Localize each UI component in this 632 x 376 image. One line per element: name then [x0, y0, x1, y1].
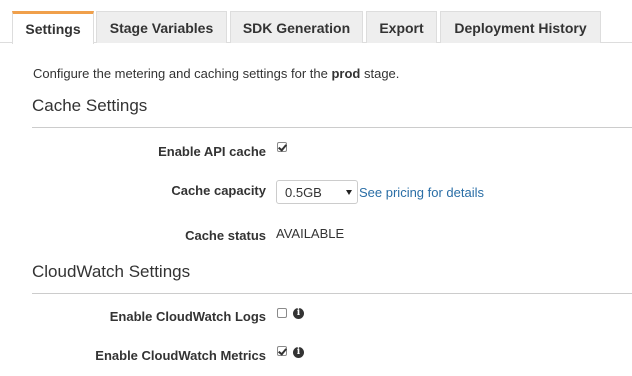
cloudwatch-settings-divider [32, 293, 632, 294]
intro-prefix: Configure the metering and caching setti… [33, 66, 332, 81]
enable-api-cache-checkbox[interactable] [277, 142, 287, 152]
intro-suffix: stage. [360, 66, 400, 81]
tab-export[interactable]: Export [366, 11, 437, 43]
info-icon[interactable]: i [293, 347, 304, 358]
stage-settings-page: Settings Stage Variables SDK Generation … [0, 0, 632, 376]
stage-name: prod [331, 66, 361, 81]
enable-api-cache-label: Enable API cache [158, 144, 266, 159]
tab-stage-variables[interactable]: Stage Variables [96, 11, 227, 43]
tab-settings[interactable]: Settings [12, 11, 94, 44]
cache-capacity-select[interactable]: 0.5GB [276, 180, 358, 204]
cache-status-label: Cache status [185, 228, 266, 243]
cache-status-value: AVAILABLE [276, 226, 345, 241]
tab-bar: Settings Stage Variables SDK Generation … [0, 0, 632, 44]
chevron-down-icon [346, 190, 352, 195]
cache-settings-heading: Cache Settings [32, 96, 148, 115]
tab-sdk-generation[interactable]: SDK Generation [230, 11, 363, 43]
pricing-link[interactable]: See pricing for details [359, 185, 484, 200]
enable-cloudwatch-metrics-checkbox[interactable] [277, 346, 287, 356]
cloudwatch-settings-heading: CloudWatch Settings [32, 262, 191, 281]
tab-deployment-history[interactable]: Deployment History [440, 11, 601, 43]
enable-cloudwatch-metrics-label: Enable CloudWatch Metrics [95, 348, 266, 363]
enable-cloudwatch-logs-label: Enable CloudWatch Logs [109, 309, 266, 324]
cache-settings-divider [32, 127, 632, 128]
enable-cloudwatch-logs-checkbox[interactable] [277, 308, 287, 318]
cache-capacity-label: Cache capacity [171, 183, 266, 198]
intro-text: Configure the metering and caching setti… [33, 66, 399, 81]
info-icon[interactable]: i [293, 308, 304, 319]
cache-capacity-value: 0.5GB [285, 185, 322, 200]
